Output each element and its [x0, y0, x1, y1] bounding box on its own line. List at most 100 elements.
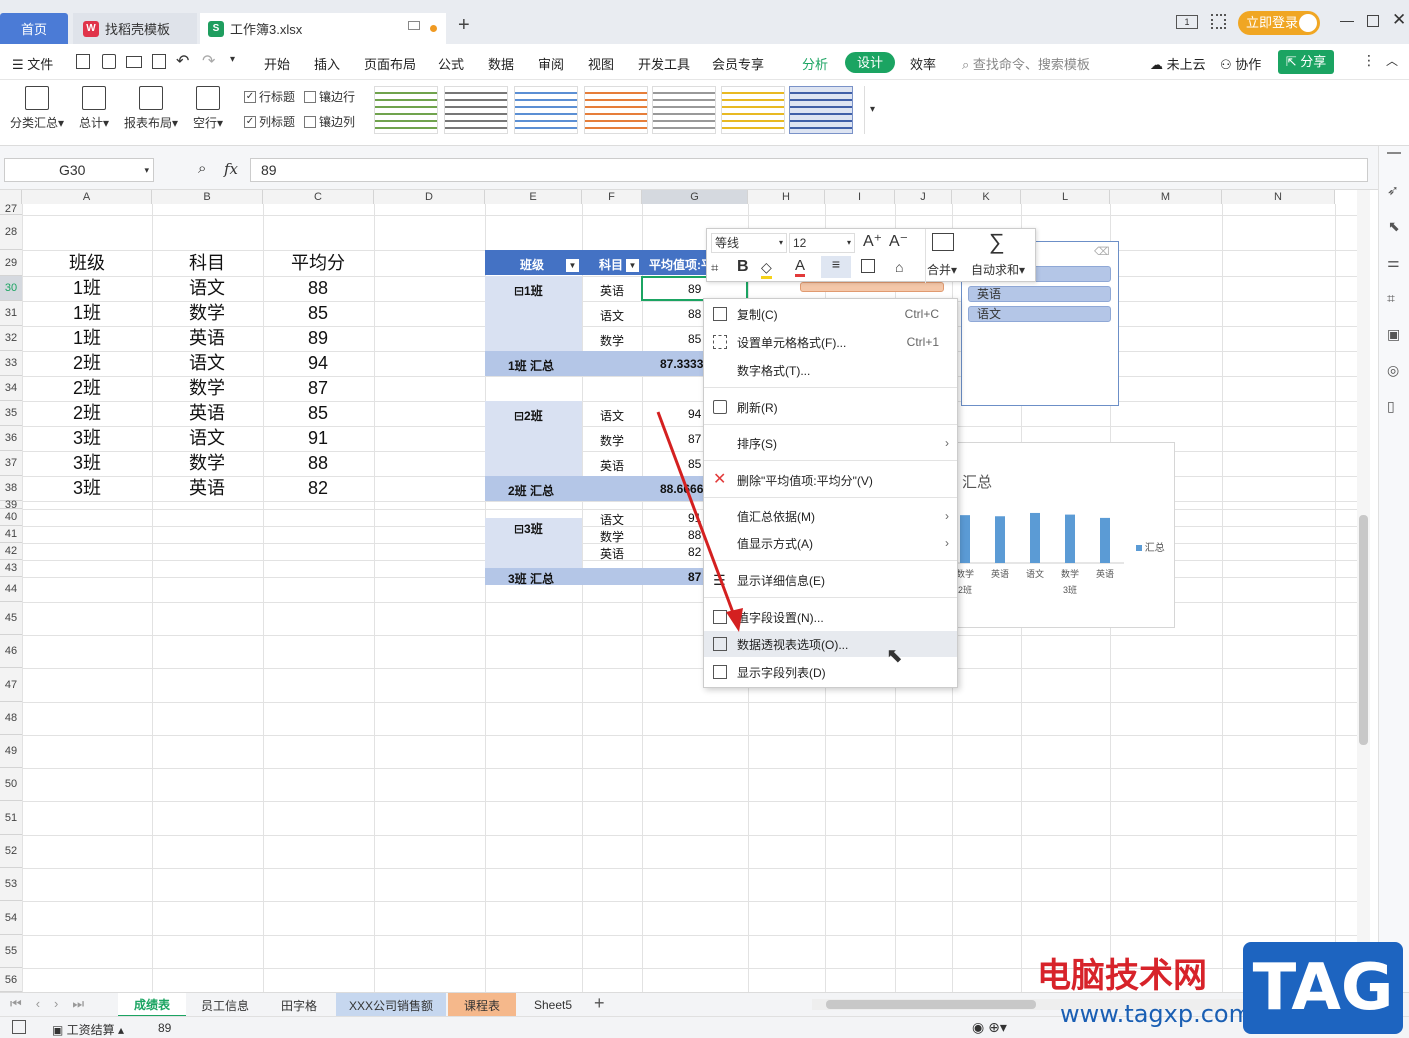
menu-insert[interactable]: 插入	[314, 54, 340, 73]
save-icon[interactable]	[76, 54, 90, 69]
print-icon[interactable]	[126, 56, 142, 68]
menu-developer[interactable]: 开发工具	[638, 54, 690, 73]
pivot-chart[interactable]: 数学 英语 语文 数学 英语 2班 3班 汇总 汇总	[945, 442, 1175, 628]
row-header-46[interactable]: 46	[0, 635, 22, 668]
redo-icon[interactable]: ↷	[202, 51, 215, 71]
column-header-H[interactable]: H	[748, 190, 825, 204]
menu-show-field-list[interactable]: 显示字段列表(D)	[704, 659, 957, 685]
pivot-style-silver[interactable]	[652, 86, 716, 134]
clear-filter-icon[interactable]: ⌫	[1094, 245, 1110, 258]
merge-button[interactable]: 合并▾	[927, 261, 957, 278]
horizontal-scroll-thumb[interactable]	[826, 1000, 1036, 1009]
minimize-icon[interactable]: —	[1340, 12, 1354, 28]
maximize-icon[interactable]	[1367, 15, 1379, 27]
tab-template[interactable]: W 找稻壳模板	[73, 13, 197, 44]
subtotal-button[interactable]: 分类汇总▾	[8, 86, 66, 131]
sheet-tab-scores[interactable]: 成绩表	[118, 993, 186, 1017]
export-icon[interactable]	[102, 54, 116, 69]
row-header-29[interactable]: 29	[0, 250, 22, 276]
row-header-31[interactable]: 31	[0, 301, 22, 326]
slicer-item-chinese[interactable]: 语文	[968, 306, 1111, 322]
pivot-group-3[interactable]: ⊟3班	[514, 520, 543, 537]
tab-home[interactable]: 首页	[0, 13, 68, 44]
tab-workbook[interactable]: S 工作簿3.xlsx	[200, 13, 446, 44]
clear-format-icon[interactable]: ⌂	[895, 259, 903, 275]
pivot-style-yellow[interactable]	[721, 86, 785, 134]
menu-review[interactable]: 审阅	[538, 54, 564, 73]
pivot-style-blue[interactable]	[514, 86, 578, 134]
styles-more-icon[interactable]: ▾	[864, 86, 880, 134]
menu-analysis[interactable]: 分析	[802, 54, 828, 73]
column-header-C[interactable]: C	[263, 190, 374, 204]
grid-apps-icon[interactable]	[1211, 14, 1226, 29]
menu-start[interactable]: 开始	[264, 54, 290, 73]
pivot-group-2[interactable]: ⊟2班	[514, 407, 543, 424]
row-header-checkbox[interactable]: ✓ 行标题	[244, 88, 295, 105]
sheet-tab-grid[interactable]: 田字格	[264, 993, 334, 1017]
row-header-44[interactable]: 44	[0, 577, 22, 602]
banded-rows-checkbox[interactable]: 镶边行	[304, 88, 355, 105]
merge-icon[interactable]	[932, 233, 954, 251]
sheet-tab-sheet5[interactable]: Sheet5	[518, 993, 588, 1017]
row-header-27[interactable]: 27	[0, 204, 22, 215]
pivot-style-navy-selected[interactable]	[789, 86, 853, 134]
row-header-52[interactable]: 52	[0, 835, 22, 868]
column-header-F[interactable]: F	[582, 190, 642, 204]
row-header-30[interactable]: 30	[0, 276, 22, 301]
row-header-36[interactable]: 36	[0, 426, 22, 451]
compass-icon[interactable]: ◎	[1387, 362, 1399, 379]
chart-bar[interactable]	[960, 515, 970, 563]
column-header-G[interactable]: G	[642, 190, 748, 204]
column-header-M[interactable]: M	[1110, 190, 1222, 204]
new-tab-icon[interactable]: +	[458, 14, 470, 37]
bold-icon[interactable]: B	[737, 258, 749, 276]
chart-bar[interactable]	[1030, 512, 1040, 563]
col-header-checkbox[interactable]: ✓ 列标题	[244, 113, 295, 130]
pivot-style-gray[interactable]	[444, 86, 508, 134]
column-header-N[interactable]: N	[1222, 190, 1335, 204]
vertical-scrollbar[interactable]	[1357, 190, 1370, 992]
column-header-J[interactable]: J	[895, 190, 952, 204]
undo-icon[interactable]: ↶	[176, 51, 189, 71]
row-header-35[interactable]: 35	[0, 401, 22, 426]
menu-page-layout[interactable]: 页面布局	[364, 54, 416, 73]
crop-icon[interactable]: ⌗	[1387, 290, 1395, 307]
row-header-53[interactable]: 53	[0, 868, 22, 901]
row-header-33[interactable]: 33	[0, 351, 22, 376]
collab-button[interactable]: ⚇ 协作	[1220, 54, 1261, 73]
sidebar-collapse-icon[interactable]	[1387, 152, 1401, 154]
zoom-formula-icon[interactable]: ⌕	[198, 160, 206, 177]
row-header-43[interactable]: 43	[0, 560, 22, 577]
menu-file[interactable]: ☰ 文件	[12, 54, 53, 73]
font-name-select[interactable]: 等线 ▾	[711, 233, 787, 253]
row-header-45[interactable]: 45	[0, 602, 22, 635]
name-box[interactable]: G30 ▾	[4, 158, 154, 182]
row-header-37[interactable]: 37	[0, 451, 22, 476]
sheet-tab-employee[interactable]: 员工信息	[188, 993, 262, 1017]
banded-cols-checkbox[interactable]: 镶边列	[304, 113, 355, 130]
autosum-icon[interactable]: ∑	[989, 229, 1005, 255]
font-color-icon[interactable]: A	[795, 257, 806, 277]
row-header-48[interactable]: 48	[0, 702, 22, 735]
row-header-55[interactable]: 55	[0, 935, 22, 968]
font-size-select[interactable]: 12 ▾	[789, 233, 855, 253]
slicer-item-english[interactable]: 英语	[968, 286, 1111, 302]
add-sheet-icon[interactable]: +	[594, 993, 605, 1014]
blank-rows-button[interactable]: 空行▾	[190, 86, 226, 131]
border-icon[interactable]	[861, 259, 875, 273]
menu-number-format[interactable]: 数字格式(T)...	[704, 357, 957, 383]
autosum-button[interactable]: 自动求和▾	[971, 261, 1025, 278]
pivot-style-green[interactable]	[374, 86, 438, 134]
chart-bar[interactable]	[1065, 514, 1075, 563]
decrease-font-icon[interactable]: A⁻	[889, 231, 908, 251]
eye-protection-icon[interactable]: ◉ ⊕▾	[972, 1019, 1007, 1036]
preview-icon[interactable]	[152, 54, 166, 69]
column-header-L[interactable]: L	[1021, 190, 1110, 204]
column-header-E[interactable]: E	[485, 190, 582, 204]
cloud-button[interactable]: ☁ 未上云	[1150, 54, 1206, 73]
row-header-41[interactable]: 41	[0, 526, 22, 543]
report-layout-button[interactable]: 报表布局▾	[122, 86, 180, 131]
sheet-tab-schedule[interactable]: 课程表	[448, 993, 516, 1017]
row-header-56[interactable]: 56	[0, 968, 22, 992]
layout-icon[interactable]: 1	[1176, 15, 1198, 29]
